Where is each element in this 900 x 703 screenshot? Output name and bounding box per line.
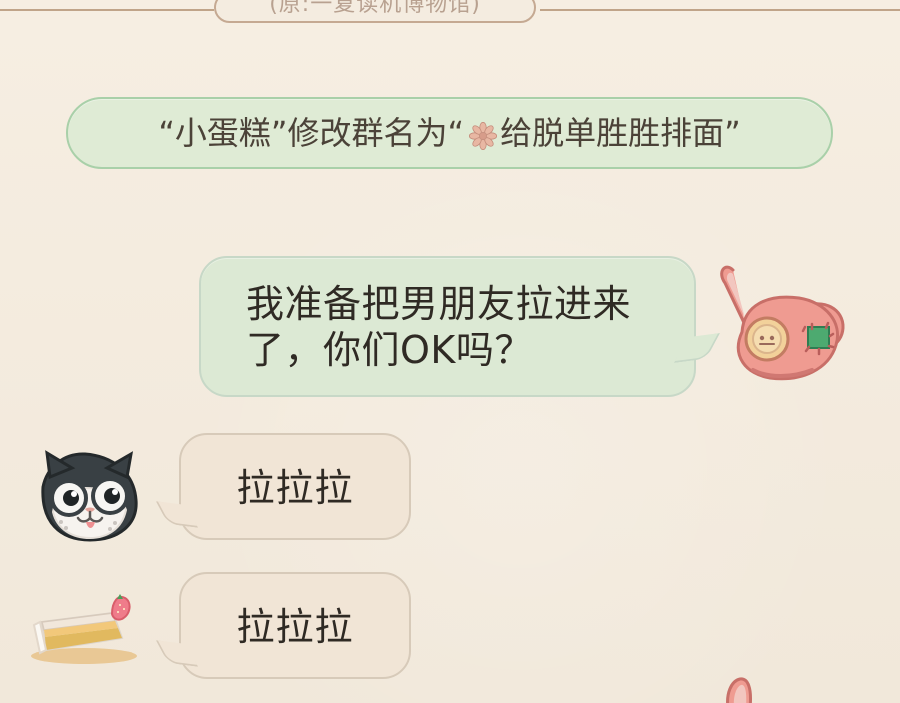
system-message-content: “小蛋糕”修改群名为“ 给脱单胜胜排面” [90, 113, 809, 153]
message-text-right: 我准备把男朋友拉进来了，你们OK吗？ [246, 282, 632, 372]
system-message-text-after: 给脱单胜胜排面” [500, 114, 741, 152]
top-divider-right [540, 9, 900, 11]
message-bubble-right: 我准备把男朋友拉进来了，你们OK吗？ [199, 256, 696, 397]
group-origin-text: (原:一复读机博物馆) [269, 0, 481, 17]
pink-rabbit-avatar[interactable] [715, 260, 855, 390]
message-text-left-2: 拉拉拉 [236, 605, 354, 649]
message-bubble-left-1: 拉拉拉 [179, 433, 411, 540]
chat-canvas: (原:一复读机博物馆) “小蛋糕”修改群名为“ 给脱单胜胜排面” 我准备把男朋友… [0, 0, 900, 703]
message-bubble-left-2: 拉拉拉 [179, 572, 411, 679]
system-message: “小蛋糕”修改群名为“ 给脱单胜胜排面” [66, 97, 833, 169]
pink-rabbit-ear-avatar[interactable] [716, 676, 758, 703]
flower-icon [468, 119, 498, 151]
top-divider-left [0, 9, 214, 11]
system-message-text-before: “小蛋糕”修改群名为“ [158, 114, 465, 152]
black-white-cat-avatar[interactable] [30, 446, 148, 547]
strawberry-cake-avatar[interactable] [22, 590, 142, 670]
group-origin-label: (原:一复读机博物馆) [214, 0, 536, 23]
message-text-left-1: 拉拉拉 [236, 466, 354, 510]
